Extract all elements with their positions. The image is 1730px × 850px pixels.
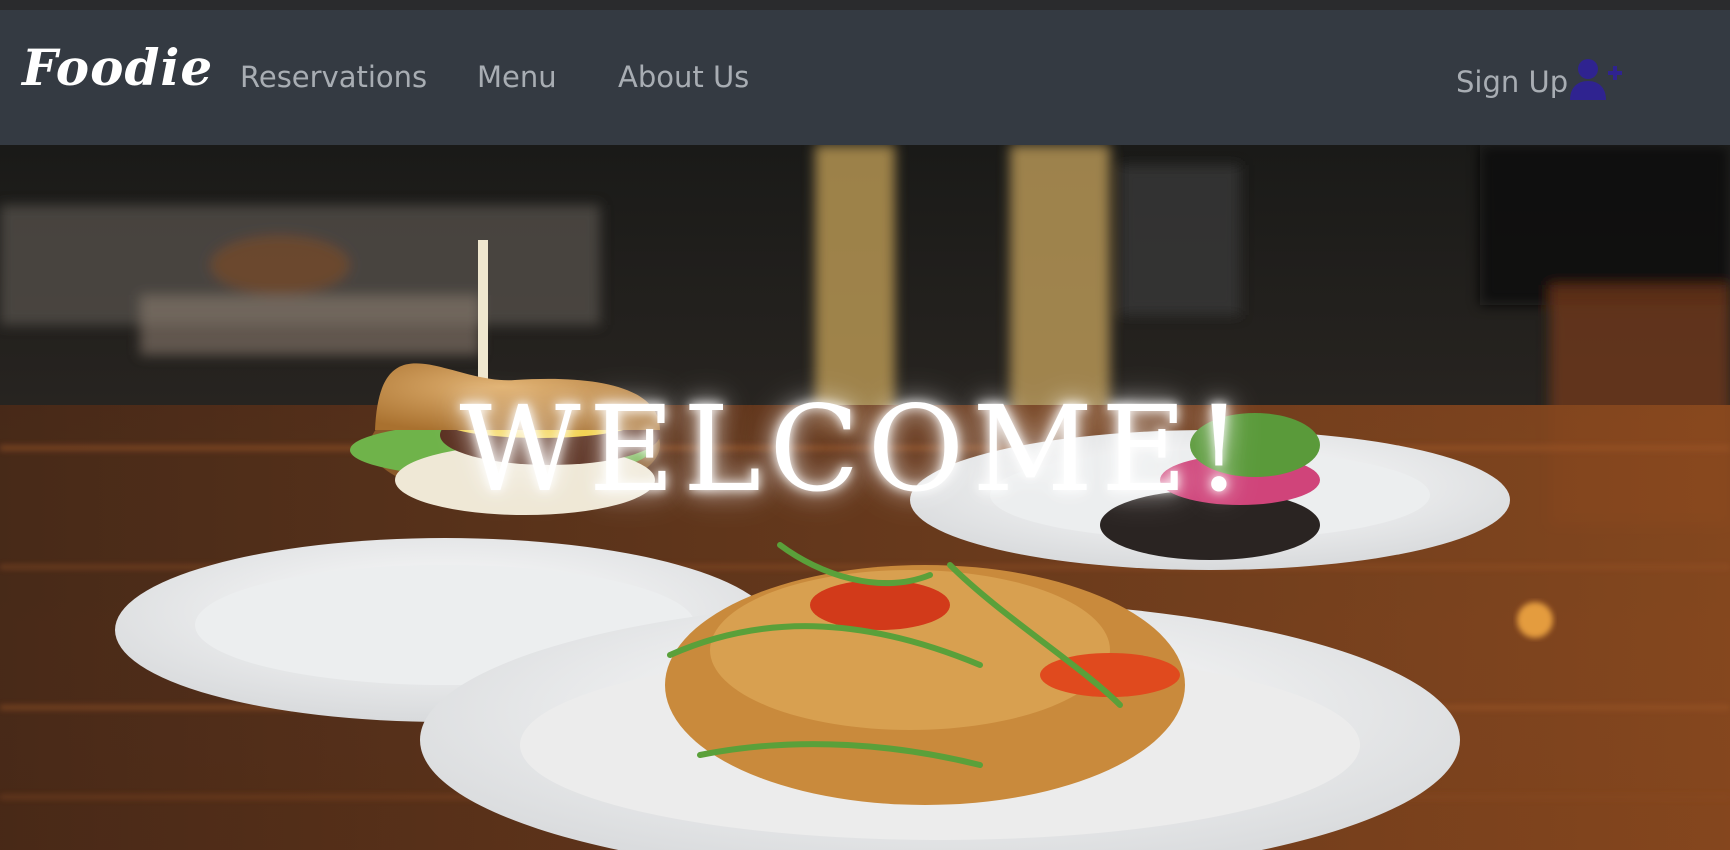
sign-up-label: Sign Up xyxy=(1456,65,1569,99)
nav-link-menu[interactable]: Menu xyxy=(477,60,557,94)
hero-section: WELCOME! xyxy=(0,145,1730,850)
brand-logo[interactable]: Foodie xyxy=(22,38,213,97)
nav-link-reservations[interactable]: Reservations xyxy=(240,60,427,94)
user-plus-icon xyxy=(1570,57,1623,101)
nav-link-about-us[interactable]: About Us xyxy=(618,60,749,94)
navbar: Foodie Reservations Menu About Us Sign U… xyxy=(0,10,1730,145)
sign-up-button[interactable]: Sign Up xyxy=(1456,57,1623,104)
welcome-heading: WELCOME! xyxy=(459,380,1251,518)
